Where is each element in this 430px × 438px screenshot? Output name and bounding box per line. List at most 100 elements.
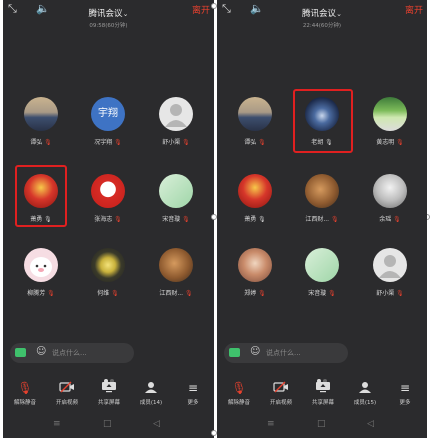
participant-name: 谭弘 — [30, 139, 43, 146]
chat-icon[interactable] — [15, 348, 26, 357]
participant-tile[interactable]: 舒小渠 🎙 — [360, 248, 420, 308]
home-icon[interactable]: □ — [103, 419, 112, 429]
share-screen-button[interactable]: 共享屏幕 — [303, 381, 343, 406]
participant-name: 况宇翔 — [94, 139, 113, 146]
members-button[interactable]: 成员(14) — [131, 381, 171, 406]
members-label: 成员(15) — [353, 400, 377, 406]
leave-button[interactable]: 离开 — [405, 3, 423, 16]
mic-muted-icon: 🎙 — [258, 139, 266, 146]
more-button[interactable]: ≡ 更多 — [173, 381, 213, 406]
more-label: 更多 — [399, 400, 411, 406]
avatar — [238, 248, 272, 282]
avatar — [91, 248, 125, 282]
unmute-button[interactable]: 🎙 解除静音 — [5, 381, 45, 406]
mic-muted-icon: 🎙 — [231, 381, 247, 395]
meeting-screen-right: ⤡ 🔈 腾讯会议⌄ 22:44(60分钟) 离开 谭弘 🎙 老胡 🎙 黄志明 🎙… — [217, 0, 427, 438]
participant-name: 黄志明 — [376, 139, 395, 146]
share-screen-button[interactable]: 共享屏幕 — [89, 381, 129, 406]
unmute-label: 解除静音 — [227, 400, 250, 406]
chevron-down-icon[interactable]: ⌄ — [123, 10, 129, 18]
share-screen-label: 共享屏幕 — [97, 400, 120, 406]
meeting-screen-left: ⤡ 🔈 腾讯会议⌄ 09:58(60分钟) 离开 谭弘 🎙 宇翔 况宇翔 🎙 舒… — [3, 0, 214, 438]
mic-muted-icon: 🎙 — [111, 290, 119, 297]
mic-muted-icon: 🎙 — [182, 216, 190, 223]
participant-tile[interactable]: 宋音璇 🎙 — [146, 174, 206, 234]
start-video-button[interactable]: 开启视频 — [47, 381, 87, 406]
chat-input[interactable]: ☺ 说点什么... — [10, 343, 134, 363]
participant-tile[interactable]: 谭弘 🎙 — [11, 97, 71, 157]
mic-muted-icon: 🎙 — [17, 381, 33, 395]
more-button[interactable]: ≡ 更多 — [385, 381, 425, 406]
mic-muted-icon: 🎙 — [396, 139, 404, 146]
avatar — [305, 248, 339, 282]
back-icon[interactable]: ◁ — [153, 419, 160, 429]
participant-tile[interactable]: 柳腾芳 🎙 — [11, 248, 71, 308]
more-icon: ≡ — [399, 381, 411, 395]
unmute-button[interactable]: 🎙 解除静音 — [219, 381, 259, 406]
members-button[interactable]: 成员(15) — [345, 381, 385, 406]
participant-name: 萧勇 — [244, 216, 257, 223]
start-video-label: 开启视频 — [269, 400, 292, 406]
menu-icon[interactable]: ≡ — [267, 419, 275, 429]
participant-tile[interactable]: 余瑶 🎙 — [360, 174, 420, 234]
participant-tile[interactable]: 宇翔 况宇翔 🎙 — [78, 97, 138, 157]
mic-muted-icon: 🎙 — [47, 290, 55, 297]
members-icon — [131, 381, 171, 396]
unmute-label: 解除静音 — [13, 400, 36, 406]
avatar — [159, 174, 193, 208]
participant-tile[interactable]: 郑婷 🎙 — [225, 248, 285, 308]
participant-tile[interactable]: 宋音璇 🎙 — [292, 248, 352, 308]
system-nav-bar: ≡ □ ◁ — [3, 417, 214, 435]
mic-icon: 🎙 — [258, 216, 266, 223]
chat-icon[interactable] — [229, 348, 240, 357]
mic-muted-icon: 🎙 — [393, 216, 401, 223]
chevron-down-icon[interactable]: ⌄ — [336, 10, 342, 18]
avatar — [159, 97, 193, 131]
screen-share-icon — [303, 381, 343, 396]
start-video-button[interactable]: 开启视频 — [261, 381, 301, 406]
chat-input[interactable]: ☺ 说点什么... — [224, 343, 348, 363]
participant-name: 余瑶 — [379, 216, 392, 223]
participant-tile[interactable]: 江西财... 🎙 — [146, 248, 206, 308]
system-nav-bar: ≡ □ ◁ — [217, 417, 427, 435]
avatar: 宇翔 — [91, 97, 125, 131]
top-bar: ⤡ 🔈 腾讯会议⌄ 09:58(60分钟) 离开 — [3, 0, 214, 29]
participant-name: 舒小渠 — [162, 139, 181, 146]
participant-name: 江西财... — [159, 290, 184, 297]
back-icon[interactable]: ◁ — [367, 419, 374, 429]
participant-name: 柳腾芳 — [27, 290, 46, 297]
home-icon[interactable]: □ — [317, 419, 326, 429]
participant-name: 宋音璇 — [308, 290, 327, 297]
participant-tile[interactable]: 何维 🎙 — [78, 248, 138, 308]
participant-name: 江西财... — [305, 216, 330, 223]
participant-tile[interactable]: 江西财... 🎙 — [292, 174, 352, 234]
avatar — [305, 174, 339, 208]
emoji-icon[interactable]: ☺ — [36, 346, 46, 357]
mic-muted-icon: 🎙 — [331, 216, 339, 223]
members-icon — [345, 381, 385, 396]
chat-placeholder: 说点什么... — [52, 349, 87, 357]
avatar-initials: 宇翔 — [98, 108, 118, 119]
leave-button[interactable]: 离开 — [192, 3, 210, 16]
participant-tile[interactable]: 舒小渠 🎙 — [146, 97, 206, 157]
avatar — [91, 174, 125, 208]
start-video-label: 开启视频 — [55, 400, 78, 406]
meeting-title[interactable]: 腾讯会议 — [89, 9, 123, 19]
participant-name: 谭弘 — [244, 139, 257, 146]
mic-muted-icon: 🎙 — [258, 290, 266, 297]
avatar — [373, 174, 407, 208]
bottom-toolbar: 🎙 解除静音 开启视频 共享屏幕 成员(14) ≡ 更多 — [3, 381, 214, 411]
participant-tile[interactable]: 黄志明 🎙 — [360, 97, 420, 157]
menu-icon[interactable]: ≡ — [53, 419, 61, 429]
mic-muted-icon: 🎙 — [114, 216, 122, 223]
participant-name: 舒小渠 — [376, 290, 395, 297]
more-icon: ≡ — [187, 381, 199, 395]
participant-tile[interactable]: 张海志 🎙 — [78, 174, 138, 234]
meeting-title[interactable]: 腾讯会议 — [302, 9, 336, 19]
emoji-icon[interactable]: ☺ — [250, 346, 260, 357]
participant-tile[interactable]: 谭弘 🎙 — [225, 97, 285, 157]
participant-tile[interactable]: 萧勇 🎙 — [225, 174, 285, 234]
share-screen-label: 共享屏幕 — [311, 400, 334, 406]
avatar — [373, 97, 407, 131]
meeting-timer: 22:44(60分钟) — [302, 23, 342, 29]
